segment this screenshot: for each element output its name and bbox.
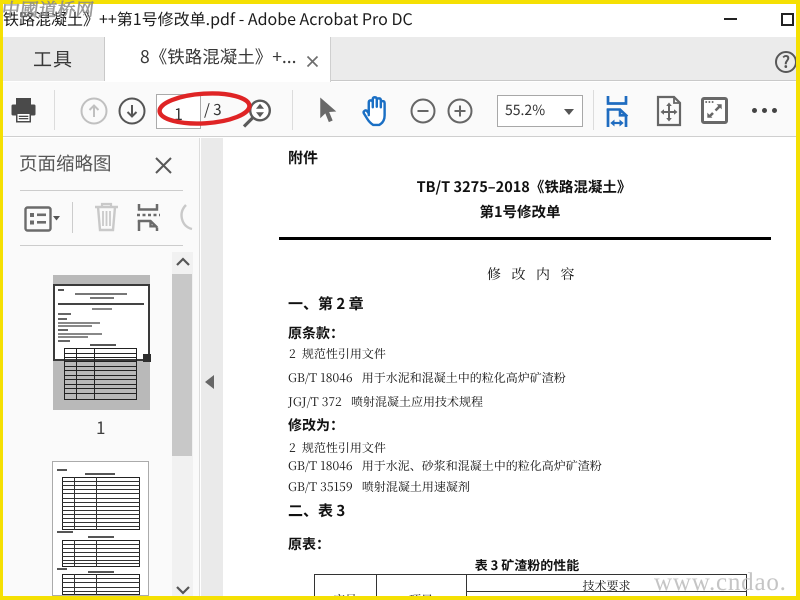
svg-text:?: ? — [782, 50, 790, 73]
